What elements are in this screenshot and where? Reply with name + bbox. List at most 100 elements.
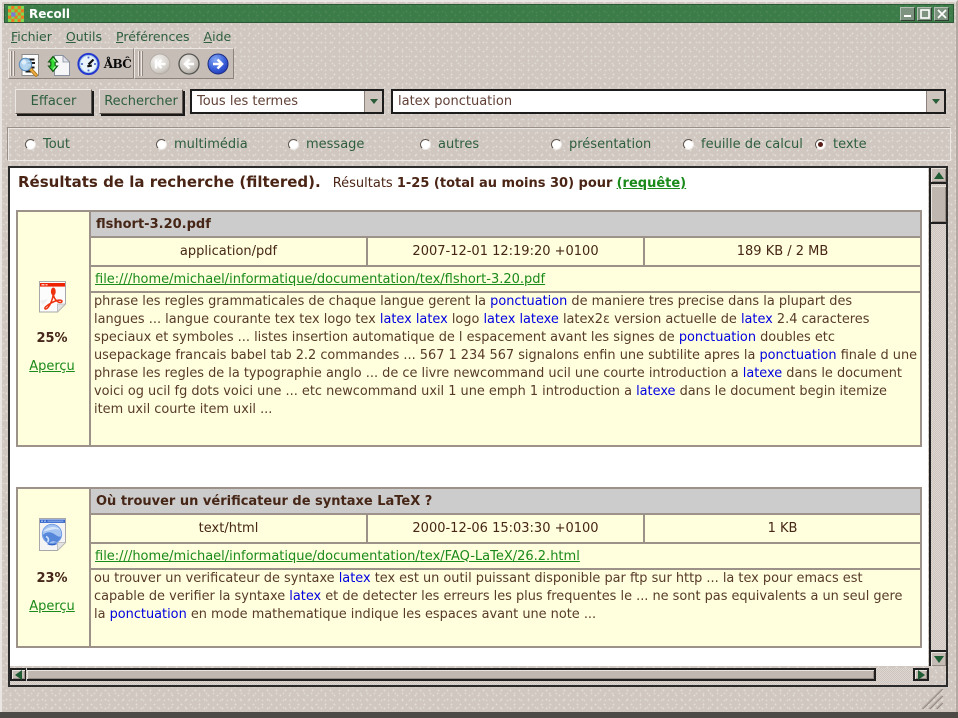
radio-label: présentation bbox=[569, 137, 651, 152]
abstract-text: usepackage francais babel tab 2.2 comman… bbox=[94, 348, 759, 363]
scroll-right-button[interactable] bbox=[913, 668, 929, 681]
abstract-line: item uxil courte item uxil ... bbox=[94, 401, 917, 419]
abstract-line: ou trouver un verificateur de syntaxe la… bbox=[94, 570, 917, 588]
result-url-link[interactable]: file:///home/michael/informatique/docume… bbox=[95, 549, 580, 564]
next-page-icon[interactable] bbox=[203, 50, 232, 78]
highlighted-term: latex bbox=[380, 312, 412, 327]
toolbar: ÅBĈ bbox=[8, 48, 234, 79]
recoll-app-icon bbox=[8, 6, 24, 22]
recoll-window: Recoll Fichier Outils Préférences Aide bbox=[0, 0, 958, 718]
status-bar bbox=[2, 687, 952, 712]
radio-label: message bbox=[306, 137, 364, 152]
menu-fichier[interactable]: Fichier bbox=[4, 27, 59, 46]
toolbar-panel-nav bbox=[134, 48, 234, 79]
radio-circle[interactable] bbox=[420, 139, 431, 150]
results-title: Résultats de la recherche (filtered). bbox=[18, 173, 321, 191]
preview-link[interactable]: Aperçu bbox=[29, 359, 75, 374]
titlebar[interactable]: Recoll bbox=[4, 4, 954, 23]
result-url-link[interactable]: file:///home/michael/informatique/docume… bbox=[95, 272, 545, 287]
radio-label: Tout bbox=[43, 137, 70, 152]
result-title: flshort-3.20.pdf bbox=[91, 212, 920, 236]
abstract-line: phrase les regles grammaticales de chaqu… bbox=[94, 293, 917, 311]
combo-dropdown-button[interactable] bbox=[364, 91, 382, 112]
toolbar-panel-tools: ÅBĈ bbox=[8, 48, 134, 79]
filter-radio-Tout[interactable]: Tout bbox=[25, 137, 70, 152]
abstract-text: capable de verifier la syntaxe bbox=[94, 589, 289, 604]
abstract-line: voici og ucil fg dots voici une ... etc … bbox=[94, 383, 917, 401]
previous-page-icon[interactable] bbox=[174, 50, 203, 78]
filter-radio-présentation[interactable]: présentation bbox=[551, 137, 651, 152]
results-list: Résultats de la recherche (filtered). Rés… bbox=[10, 168, 928, 666]
scroll-down-button[interactable] bbox=[931, 650, 946, 666]
first-page-icon[interactable] bbox=[145, 50, 174, 78]
close-icon bbox=[937, 9, 947, 19]
maximize-button[interactable] bbox=[917, 7, 932, 21]
query-link[interactable]: (requête) bbox=[617, 176, 687, 191]
abstract-text: logo bbox=[448, 312, 484, 327]
abstract-text: 2.4 caracteres bbox=[773, 312, 870, 327]
filter-radio-autres[interactable]: autres bbox=[420, 137, 479, 152]
abstract-text: finale d une bbox=[837, 348, 917, 363]
radio-circle[interactable] bbox=[156, 139, 167, 150]
radio-circle[interactable] bbox=[551, 139, 562, 150]
abstract-text: speciaux et symboles ... listes insertio… bbox=[94, 330, 679, 345]
result-item-1: 25% Aperçu flshort-3.20.pdf application/… bbox=[16, 210, 922, 447]
radio-circle[interactable] bbox=[25, 139, 36, 150]
search-mode-value: Tous les termes bbox=[192, 94, 364, 109]
term-explorer-icon[interactable]: ÅBĈ bbox=[103, 50, 132, 78]
results-prefix: Résultats bbox=[333, 176, 393, 191]
highlighted-term: latex bbox=[339, 571, 371, 586]
scroll-left-button[interactable] bbox=[10, 668, 26, 681]
search-mode-combo[interactable]: Tous les termes bbox=[190, 89, 384, 114]
result-abstract: phrase les regles grammaticales de chaqu… bbox=[91, 293, 920, 445]
filter-radio-texte[interactable]: texte bbox=[815, 137, 867, 152]
resize-grip[interactable] bbox=[920, 689, 944, 709]
maximize-icon bbox=[920, 9, 930, 19]
arrow-down-icon bbox=[934, 656, 944, 663]
abstract-text: en mode mathematique indique les espaces… bbox=[187, 607, 596, 622]
radio-label: feuille de calcul bbox=[701, 137, 803, 152]
vertical-scrollbar[interactable] bbox=[929, 168, 946, 666]
menu-preferences[interactable]: Préférences bbox=[109, 27, 197, 46]
pdf-file-icon bbox=[38, 280, 67, 313]
filter-radio-multimédia[interactable]: multimédia bbox=[156, 137, 248, 152]
close-button[interactable] bbox=[934, 7, 949, 21]
category-filter-frame: Tout multimédia message autres présentation f… bbox=[7, 127, 951, 161]
advanced-search-icon[interactable] bbox=[16, 50, 45, 78]
query-input[interactable]: latex ponctuation bbox=[393, 94, 926, 109]
toolbar-handle-2[interactable] bbox=[138, 51, 144, 76]
sort-params-icon[interactable] bbox=[45, 50, 74, 78]
vertical-scroll-thumb[interactable] bbox=[931, 186, 946, 224]
query-dropdown-button[interactable] bbox=[926, 91, 944, 112]
preview-link[interactable]: Aperçu bbox=[29, 599, 75, 614]
results-range: 1-25 (total au moins 30) pour bbox=[397, 176, 613, 191]
scroll-up-button[interactable] bbox=[931, 168, 946, 184]
menu-outils[interactable]: Outils bbox=[59, 27, 109, 46]
highlighted-term: latexe bbox=[636, 384, 675, 399]
search-row: Effacer Rechercher Tous les termes latex… bbox=[2, 86, 952, 116]
doc-history-icon[interactable] bbox=[74, 50, 103, 78]
abstract-text: et de detecter les erreurs les plus freq… bbox=[321, 589, 902, 604]
abstract-text: phrase les regles grammaticales de chaqu… bbox=[94, 294, 490, 309]
search-button[interactable]: Rechercher bbox=[99, 89, 183, 114]
result-mime: application/pdf bbox=[91, 238, 366, 265]
horizontal-scrollbar[interactable] bbox=[10, 668, 929, 685]
radio-circle[interactable] bbox=[683, 139, 694, 150]
result-title: Où trouver un vérificateur de syntaxe La… bbox=[91, 489, 920, 513]
minimize-button[interactable] bbox=[900, 7, 915, 21]
abstract-line: la ponctuation en mode mathematique indi… bbox=[94, 606, 917, 624]
result-date: 2007-12-01 12:19:20 +0100 bbox=[368, 238, 643, 265]
window-title: Recoll bbox=[29, 7, 70, 21]
query-combo[interactable]: latex ponctuation bbox=[391, 89, 946, 114]
menu-aide[interactable]: Aide bbox=[197, 27, 239, 46]
result-mime: text/html bbox=[91, 515, 366, 542]
radio-circle[interactable] bbox=[815, 139, 826, 150]
abstract-line: langues ... langue courante tex tex logo… bbox=[94, 311, 917, 329]
radio-label: multimédia bbox=[174, 137, 248, 152]
radio-circle[interactable] bbox=[288, 139, 299, 150]
filter-radio-feuille-de-calcul[interactable]: feuille de calcul bbox=[683, 137, 803, 152]
abstract-text: ou trouver un verificateur de syntaxe bbox=[94, 571, 339, 586]
clear-button[interactable]: Effacer bbox=[15, 89, 92, 114]
horizontal-scroll-thumb[interactable] bbox=[27, 668, 876, 681]
filter-radio-message[interactable]: message bbox=[288, 137, 364, 152]
